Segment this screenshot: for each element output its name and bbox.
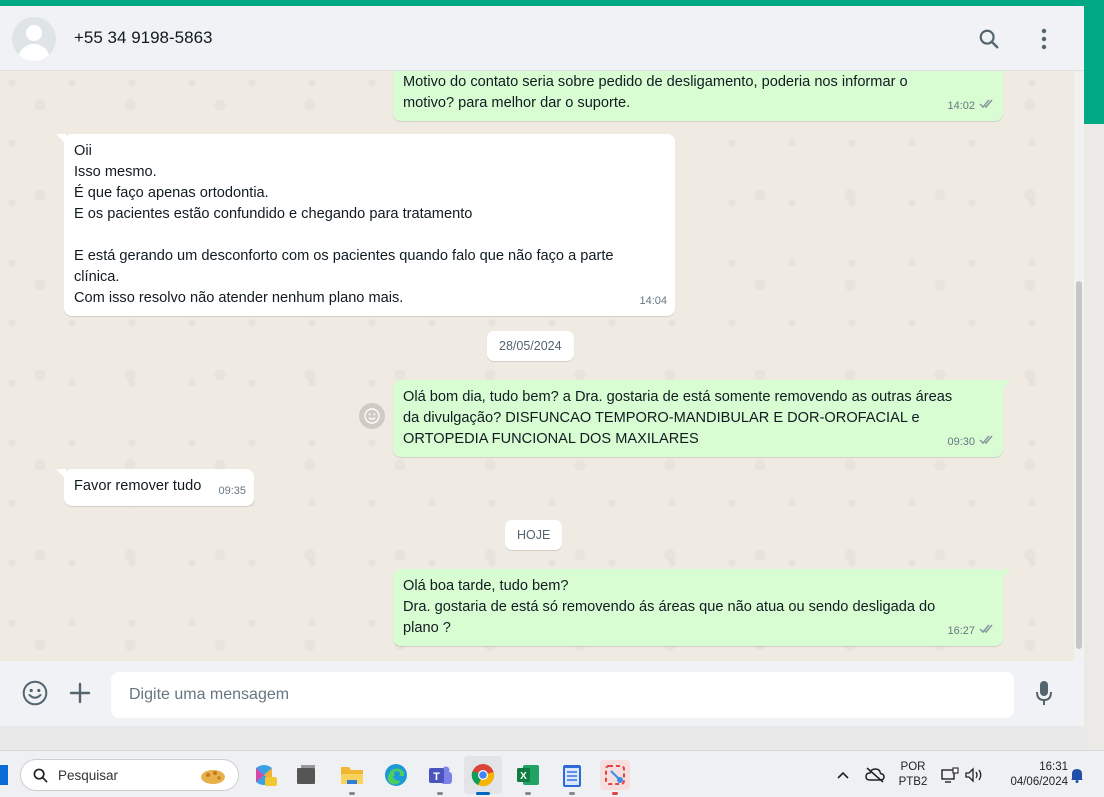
message-meta: 09:30 (947, 432, 995, 453)
notification-bell-icon[interactable] (1066, 760, 1088, 790)
date-separator: 28/05/2024 (487, 331, 574, 361)
message-time: 14:04 (639, 295, 667, 307)
chat-scrollbar[interactable] (1074, 71, 1084, 661)
excel-icon[interactable]: X (513, 760, 543, 795)
microphone-icon[interactable] (1028, 677, 1060, 709)
message-input[interactable] (111, 672, 1014, 718)
message-meta: 14:04 (639, 291, 667, 312)
message-meta: 16:27 (947, 621, 995, 642)
windows-taskbar: Pesquisar T X POR PTB2 16:31 04/06/2024 (0, 750, 1104, 797)
emoji-icon[interactable] (19, 677, 51, 709)
message-time: 16:27 (947, 625, 975, 637)
plus-icon[interactable] (64, 677, 96, 709)
notepad-icon[interactable] (557, 760, 587, 795)
svg-text:T: T (433, 771, 440, 783)
message-time: 14:02 (947, 100, 975, 112)
search-icon (33, 768, 48, 783)
message-outgoing[interactable]: Olá boa tarde, tudo bem? Dra. gostaria d… (393, 569, 1011, 646)
whatsapp-window: +55 34 9198-5863 Motivo do contato seria… (0, 6, 1084, 726)
windows-start-icon[interactable] (0, 765, 8, 785)
message-composer (0, 661, 1084, 726)
edge-icon[interactable] (381, 760, 411, 790)
background-accent (1084, 0, 1104, 124)
network-icon[interactable] (938, 760, 962, 790)
message-list[interactable]: Motivo do contato seria sobre pedido de … (0, 71, 1084, 661)
message-text: Olá boa tarde, tudo bem? Dra. gostaria d… (403, 578, 936, 636)
message-time: 09:35 (218, 485, 246, 497)
svg-text:X: X (520, 771, 527, 782)
scrollbar-thumb[interactable] (1076, 281, 1082, 649)
message-text: Motivo do contato seria sobre pedido de … (403, 74, 908, 111)
snipping-tool-icon[interactable] (600, 760, 630, 795)
search-highlight-icon (201, 770, 225, 784)
read-receipt-icon (979, 621, 995, 642)
background-side (1084, 124, 1104, 750)
emoji-reaction-icon[interactable] (359, 403, 385, 429)
chat-header: +55 34 9198-5863 (0, 6, 1084, 71)
file-explorer-icon[interactable] (337, 760, 367, 795)
taskbar-search-label: Pesquisar (58, 768, 119, 783)
message-outgoing[interactable]: Motivo do contato seria sobre pedido de … (393, 71, 1011, 121)
message-incoming[interactable]: Favor remover tudo 09:35 (56, 469, 254, 506)
taskbar-search[interactable]: Pesquisar (20, 759, 239, 791)
contact-name[interactable]: +55 34 9198-5863 (74, 28, 213, 48)
copilot-icon[interactable] (249, 760, 279, 790)
chevron-up-icon[interactable] (833, 760, 853, 790)
message-meta: 09:35 (218, 481, 246, 502)
task-view-icon[interactable] (291, 760, 321, 790)
taskbar-clock[interactable]: 16:31 04/06/2024 (994, 760, 1068, 790)
message-meta: 14:02 (947, 96, 995, 117)
volume-icon[interactable] (962, 760, 986, 790)
message-text: Olá bom dia, tudo bem? a Dra. gostaria d… (403, 389, 953, 447)
message-text: Favor remover tudo (74, 478, 202, 494)
menu-kebab-icon[interactable] (1029, 24, 1059, 54)
search-icon[interactable] (974, 24, 1004, 54)
message-text: Oii Isso mesmo. É que faço apenas ortodo… (74, 143, 614, 306)
message-incoming[interactable]: Oii Isso mesmo. É que faço apenas ortodo… (56, 134, 675, 316)
keyboard-language[interactable]: POR PTB2 (896, 760, 930, 790)
chrome-icon[interactable] (464, 756, 502, 795)
teams-icon[interactable]: T (425, 760, 455, 795)
message-outgoing[interactable]: Olá bom dia, tudo bem? a Dra. gostaria d… (393, 380, 1011, 457)
date-separator: HOJE (505, 520, 563, 550)
avatar[interactable] (12, 17, 56, 61)
read-receipt-icon (979, 432, 995, 453)
read-receipt-icon (979, 96, 995, 117)
cloud-offline-icon[interactable] (862, 760, 888, 790)
message-time: 09:30 (947, 436, 975, 448)
